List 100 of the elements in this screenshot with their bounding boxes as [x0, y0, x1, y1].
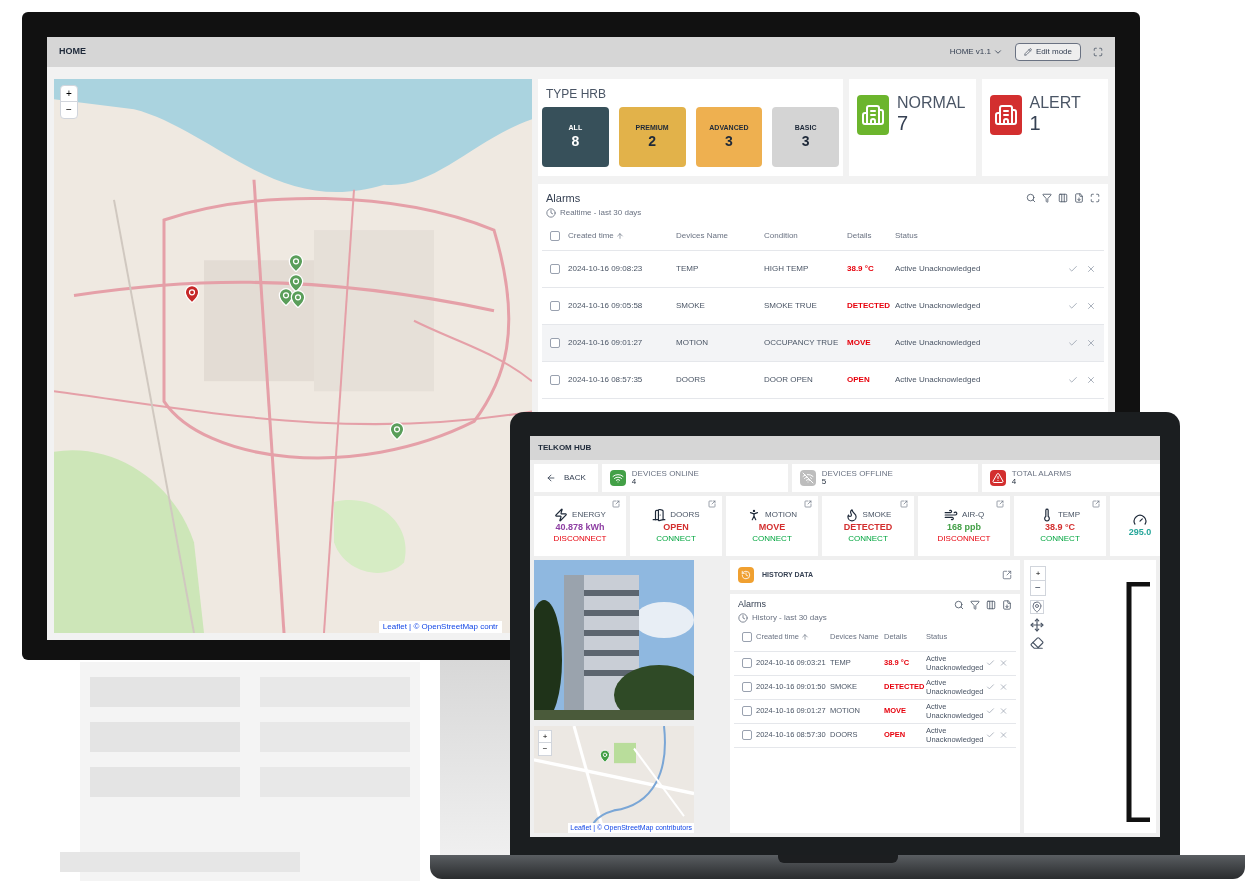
- sensor-card[interactable]: SMOKE DETECTED CONNECT: [822, 496, 914, 556]
- open-icon[interactable]: [1092, 500, 1100, 508]
- sensor-card[interactable]: ENERGY 40.878 kWh DISCONNECT: [534, 496, 626, 556]
- sensor-card[interactable]: MOTION MOVE CONNECT: [726, 496, 818, 556]
- map-marker-icon[interactable]: [387, 419, 407, 443]
- search-icon[interactable]: [954, 599, 964, 610]
- edit-mode-button[interactable]: Edit mode: [1014, 43, 1081, 61]
- sensor-card[interactable]: TEMP 38.9 °C CONNECT: [1014, 496, 1106, 556]
- acknowledge-icon[interactable]: [1068, 300, 1078, 311]
- map-attribution[interactable]: Leaflet | © OpenStreetMap contr: [378, 621, 502, 633]
- open-icon[interactable]: [612, 500, 620, 508]
- clear-icon[interactable]: [999, 706, 1008, 716]
- history-icon: [738, 567, 754, 583]
- clear-icon[interactable]: [1086, 300, 1096, 311]
- caret-icon[interactable]: [992, 47, 1003, 57]
- back-button[interactable]: BACK: [534, 464, 598, 492]
- time-window[interactable]: Realtime - last 30 days: [560, 206, 642, 219]
- open-icon[interactable]: [708, 500, 716, 508]
- filter-icon[interactable]: [970, 599, 980, 610]
- sensor-value: 38.9 °C: [1044, 522, 1076, 534]
- columns-icon[interactable]: [986, 599, 996, 610]
- checkbox[interactable]: [742, 632, 752, 642]
- zoom-out-button[interactable]: −: [61, 102, 77, 118]
- checkbox[interactable]: [550, 300, 560, 311]
- acknowledge-icon[interactable]: [1068, 337, 1078, 348]
- map[interactable]: + − Leaflet | © OpenStreetMap contr: [54, 79, 532, 633]
- column-header[interactable]: Details: [847, 230, 872, 242]
- table-cell-text: DOORS: [676, 373, 707, 386]
- clear-icon[interactable]: [999, 682, 1008, 692]
- map-marker-icon[interactable]: [598, 748, 612, 764]
- open-icon[interactable]: [804, 500, 812, 508]
- sensor-value: DETECTED: [843, 522, 893, 534]
- column-header[interactable]: Condition: [764, 230, 798, 242]
- pin-icon[interactable]: [1030, 600, 1044, 614]
- table-row[interactable]: 2024-10-16 09:01:27 MOTION OCCUPANCY TRUE MOVE Active Unacknowledged: [542, 324, 1104, 362]
- pencil-icon: [1023, 48, 1032, 56]
- acknowledge-icon[interactable]: [986, 658, 995, 668]
- map-marker-icon[interactable]: [182, 282, 202, 306]
- smoke-icon: [844, 508, 859, 523]
- columns-icon[interactable]: [1058, 193, 1068, 204]
- table-cell-text: Active Unacknowledged: [895, 373, 982, 386]
- summary-count: 4: [1011, 478, 1018, 486]
- checkbox[interactable]: [550, 374, 560, 385]
- zoom-in-button[interactable]: +: [61, 86, 77, 102]
- clear-icon[interactable]: [999, 730, 1008, 740]
- table-cell-text: Active Unacknowledged: [895, 262, 982, 275]
- sort-icon: [615, 232, 624, 240]
- zoom-out-button[interactable]: −: [1031, 581, 1045, 595]
- acknowledge-icon[interactable]: [1068, 374, 1078, 385]
- zoom-in-button[interactable]: +: [1031, 567, 1045, 581]
- export-icon[interactable]: [1074, 193, 1084, 204]
- status-count: 1: [1029, 113, 1042, 133]
- checkbox[interactable]: [742, 706, 752, 716]
- sensor-card[interactable]: AIR-Q 168 ppb DISCONNECT: [918, 496, 1010, 556]
- sensor-label: ENERGY: [572, 510, 606, 521]
- checkbox[interactable]: [742, 682, 752, 692]
- back-arrow-icon: [546, 473, 556, 483]
- checkbox[interactable]: [742, 730, 752, 740]
- card-title: TYPE HRB: [545, 86, 607, 103]
- map-marker-icon[interactable]: [276, 285, 296, 309]
- dashboard-title: HOME: [59, 45, 86, 59]
- table-cell-text: 2024-10-16 09:08:23: [568, 262, 644, 275]
- acknowledge-icon[interactable]: [986, 706, 995, 716]
- status-count: 7: [897, 113, 910, 133]
- column-header[interactable]: Created time: [568, 230, 614, 242]
- open-icon[interactable]: [1002, 570, 1012, 580]
- summary-label: DEVICES OFFLINE: [821, 470, 893, 478]
- dashboard-select[interactable]: HOME v1.1: [949, 46, 991, 58]
- checkbox[interactable]: [550, 263, 560, 274]
- checkbox[interactable]: [742, 658, 752, 668]
- zoom-in-button[interactable]: +: [539, 731, 551, 743]
- zoom-out-button[interactable]: −: [539, 743, 551, 755]
- export-icon[interactable]: [1002, 599, 1012, 610]
- map-marker-icon[interactable]: [286, 251, 306, 275]
- column-header[interactable]: Devices Name: [676, 230, 728, 242]
- table-cell-text: 2024-10-16 09:01:27: [568, 336, 644, 349]
- search-icon[interactable]: [1026, 193, 1036, 204]
- open-icon[interactable]: [900, 500, 908, 508]
- fullscreen-icon[interactable]: [1090, 193, 1100, 204]
- acknowledge-icon[interactable]: [1068, 263, 1078, 274]
- open-icon[interactable]: [996, 500, 1004, 508]
- clear-icon[interactable]: [999, 658, 1008, 668]
- time-window[interactable]: History - last 30 days: [752, 611, 827, 624]
- clear-icon[interactable]: [1086, 337, 1096, 348]
- clear-icon[interactable]: [1086, 263, 1096, 274]
- map-marker-icon[interactable]: [288, 287, 308, 311]
- column-header[interactable]: Status: [895, 230, 918, 242]
- move-icon[interactable]: [1030, 618, 1044, 632]
- acknowledge-icon[interactable]: [986, 730, 995, 740]
- acknowledge-icon[interactable]: [986, 682, 995, 692]
- filter-icon[interactable]: [1042, 193, 1052, 204]
- checkbox[interactable]: [550, 231, 560, 241]
- clear-icon[interactable]: [1086, 374, 1096, 385]
- table-cell-text: MOVE: [847, 336, 872, 349]
- eraser-icon[interactable]: [1030, 636, 1044, 650]
- connection-status: CONNECT: [656, 533, 696, 544]
- table-cell-text: SMOKE TRUE: [764, 299, 818, 312]
- checkbox[interactable]: [550, 337, 560, 348]
- fullscreen-icon[interactable]: [1093, 47, 1103, 57]
- sensor-card[interactable]: DOORS OPEN CONNECT: [630, 496, 722, 556]
